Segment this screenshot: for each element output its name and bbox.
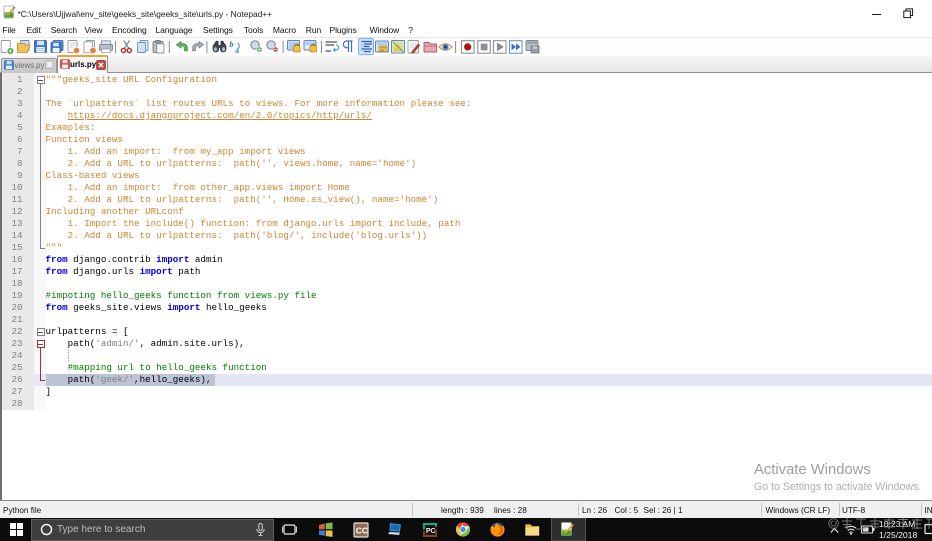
svg-text:a: a	[235, 46, 239, 55]
svg-text:PC: PC	[426, 528, 436, 535]
svg-text:CC: CC	[356, 525, 368, 535]
svg-text:b: b	[230, 40, 234, 49]
